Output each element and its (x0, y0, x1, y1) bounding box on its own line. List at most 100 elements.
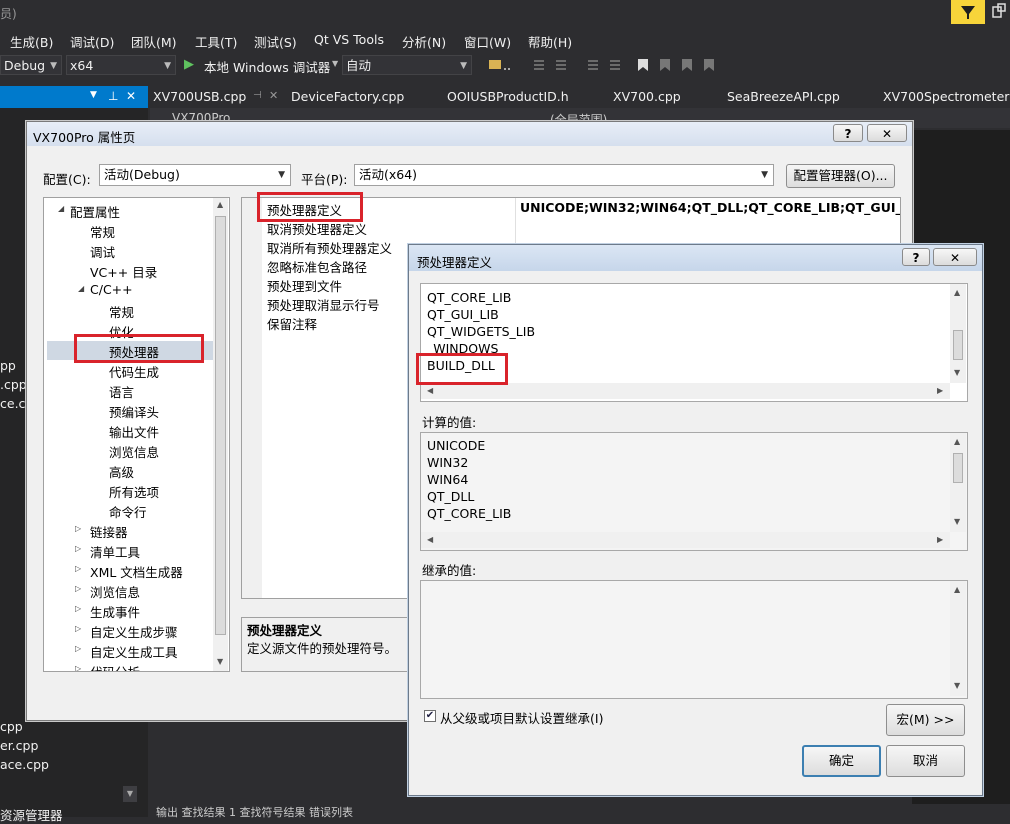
expand-arrow-icon[interactable]: ▷ (75, 524, 81, 533)
menu-help[interactable]: 帮助(H) (528, 32, 572, 51)
grid-row-preprocessor-definitions[interactable]: 预处理器定义 UNICODE;WIN32;WIN64;QT_DLL;QT_COR… (242, 198, 900, 218)
user-account-icon[interactable] (990, 3, 1008, 21)
expand-arrow-icon[interactable]: ▷ (75, 544, 81, 553)
inherited-vscrollbar[interactable]: ▲ ▼ (950, 581, 966, 696)
tab-xv700usb-cpp[interactable]: XV700USB.cpp (153, 89, 246, 104)
scroll-up-arrow[interactable]: ▲ (954, 288, 960, 297)
file-item[interactable]: ace.cpp (0, 757, 49, 772)
menu-qt-vs-tools[interactable]: Qt VS Tools (314, 32, 384, 47)
feedback-flag-button[interactable] (951, 0, 985, 24)
definition-line[interactable]: QT_WIDGETS_LIB (427, 324, 535, 339)
tree-all-options[interactable]: 所有选项 (109, 482, 159, 501)
scroll-down-arrow[interactable]: ▼ (954, 368, 960, 377)
expand-arrow-icon[interactable]: ▷ (75, 604, 81, 613)
tree-preprocessor[interactable]: 预处理器 (109, 342, 159, 361)
definition-line[interactable]: BUILD_DLL (427, 358, 495, 373)
close-button[interactable]: ✕ (867, 124, 907, 142)
scroll-thumb[interactable] (215, 216, 226, 635)
file-item[interactable]: pp (0, 358, 16, 373)
tab-xv700spectrometerfe[interactable]: XV700SpectrometerFe (883, 89, 1010, 104)
tree-output-files[interactable]: 输出文件 (109, 422, 159, 441)
scroll-thumb[interactable] (953, 453, 963, 483)
close-tab-icon[interactable]: ✕ (269, 89, 278, 102)
tree-xml-doc-generator[interactable]: XML 文档生成器 (90, 562, 183, 581)
tree-debugging[interactable]: 调试 (90, 242, 115, 261)
scroll-right-arrow[interactable]: ▶ (937, 386, 943, 395)
ok-button[interactable]: 确定 (802, 745, 881, 777)
menu-team[interactable]: 团队(M) (131, 32, 177, 51)
help-button[interactable]: ? (902, 248, 930, 266)
tree-language[interactable]: 语言 (109, 382, 134, 401)
tree-custom-build-tool[interactable]: 自定义生成工具 (90, 642, 178, 661)
inherit-checkbox-label[interactable]: 从父级或项目默认设置继承(I) (440, 708, 603, 727)
macros-button[interactable]: 宏(M) >> (886, 704, 965, 736)
tree-build-events[interactable]: 生成事件 (90, 602, 140, 621)
scroll-left-arrow[interactable]: ◀ (427, 386, 433, 395)
definition-line[interactable]: _WINDOWS (427, 341, 498, 356)
solution-config-combo[interactable]: Debug ▼ (0, 55, 62, 75)
help-button[interactable]: ? (833, 124, 863, 142)
scroll-down-arrow[interactable]: ▼ (954, 681, 960, 690)
menu-tools[interactable]: 工具(T) (195, 32, 237, 51)
definition-line[interactable]: QT_GUI_LIB (427, 307, 499, 322)
cancel-button[interactable]: 取消 (886, 745, 965, 777)
output-tab-strip[interactable]: 输出 查找结果 1 查找符号结果 错误列表 (156, 804, 353, 820)
tree-general[interactable]: 常规 (90, 222, 115, 241)
scroll-down-arrow[interactable]: ▼ (123, 786, 137, 802)
scroll-thumb[interactable] (953, 330, 963, 360)
close-icon[interactable]: ✕ (126, 89, 136, 103)
tree-manifest-tool[interactable]: 清单工具 (90, 542, 140, 561)
scroll-up-arrow[interactable]: ▲ (954, 437, 960, 446)
file-item[interactable]: er.cpp (0, 738, 38, 753)
tab-ooiusbproductid-h[interactable]: OOIUSBProductID.h (447, 89, 569, 104)
scroll-down-arrow[interactable]: ▼ (217, 657, 223, 666)
tab-seabreezeapi-cpp[interactable]: SeaBreezeAPI.cpp (727, 89, 840, 104)
tree-vc-directories[interactable]: VC++ 目录 (90, 262, 157, 281)
expand-arrow-icon[interactable]: ▷ (75, 644, 81, 653)
definitions-editor[interactable]: QT_CORE_LIB QT_GUI_LIB QT_WIDGETS_LIB _W… (420, 283, 968, 402)
tree-code-generation[interactable]: 代码生成 (109, 362, 159, 381)
scroll-up-arrow[interactable]: ▲ (954, 585, 960, 594)
platform-combo[interactable]: x64 ▼ (66, 55, 176, 75)
tree-browse-info[interactable]: 浏览信息 (109, 442, 159, 461)
configuration-manager-button[interactable]: 配置管理器(O)... (786, 164, 895, 188)
inherit-checkbox[interactable]: ✔ (424, 710, 436, 722)
expand-arrow-icon[interactable]: ◢ (78, 284, 84, 293)
expand-arrow-icon[interactable]: ▷ (75, 584, 81, 593)
menu-test[interactable]: 测试(S) (254, 32, 297, 51)
definition-line[interactable]: QT_CORE_LIB (427, 290, 511, 305)
tree-code-analysis[interactable]: 代码分析 (90, 662, 140, 671)
menu-debug[interactable]: 调试(D) (70, 32, 114, 51)
configuration-combo[interactable]: 活动(Debug) ▼ (99, 164, 291, 186)
file-item[interactable]: cpp (0, 719, 23, 734)
menu-analyze[interactable]: 分析(N) (402, 32, 446, 51)
tree-advanced[interactable]: 高级 (109, 462, 134, 481)
definitions-hscrollbar[interactable]: ◀ ▶ (421, 383, 950, 399)
attach-process-icon[interactable] (488, 57, 512, 73)
expand-arrow-icon[interactable]: ▷ (75, 664, 81, 671)
solution-config-auto-combo[interactable]: 自动 ▼ (342, 55, 472, 75)
expand-arrow-icon[interactable]: ▷ (75, 564, 81, 573)
computed-vscrollbar[interactable]: ▲ ▼ (950, 433, 966, 532)
grid-row-undef-preprocessor[interactable]: 取消预处理器定义 (242, 217, 900, 237)
menu-build[interactable]: 生成(B) (10, 32, 53, 51)
scroll-down-arrow[interactable]: ▼ (954, 517, 960, 526)
tree-scrollbar[interactable]: ▲ ▼ (213, 198, 228, 671)
tree-optimization[interactable]: 优化 (109, 322, 134, 341)
pin-icon[interactable]: ⊥ (108, 89, 118, 103)
tree-cpp-general[interactable]: 常规 (109, 302, 134, 321)
solution-explorer-tab[interactable]: 资源管理器 (0, 805, 63, 824)
tree-cpp[interactable]: C/C++ (90, 282, 133, 297)
menu-window[interactable]: 窗口(W) (464, 32, 511, 51)
tree-browse-information[interactable]: 浏览信息 (90, 582, 140, 601)
expand-arrow-icon[interactable]: ▷ (75, 624, 81, 633)
platform-combo[interactable]: 活动(x64) ▼ (354, 164, 774, 186)
scroll-left-arrow[interactable]: ◀ (427, 535, 433, 544)
tree-linker[interactable]: 链接器 (90, 522, 128, 541)
scroll-up-arrow[interactable]: ▲ (217, 200, 223, 209)
tree-config-properties[interactable]: 配置属性 (70, 202, 120, 221)
tab-xv700-cpp[interactable]: XV700.cpp (613, 89, 681, 104)
pin-icon[interactable]: ⊣ (253, 90, 262, 101)
tree-custom-build-step[interactable]: 自定义生成步骤 (90, 622, 178, 641)
computed-hscrollbar[interactable]: ◀ ▶ (421, 532, 950, 548)
